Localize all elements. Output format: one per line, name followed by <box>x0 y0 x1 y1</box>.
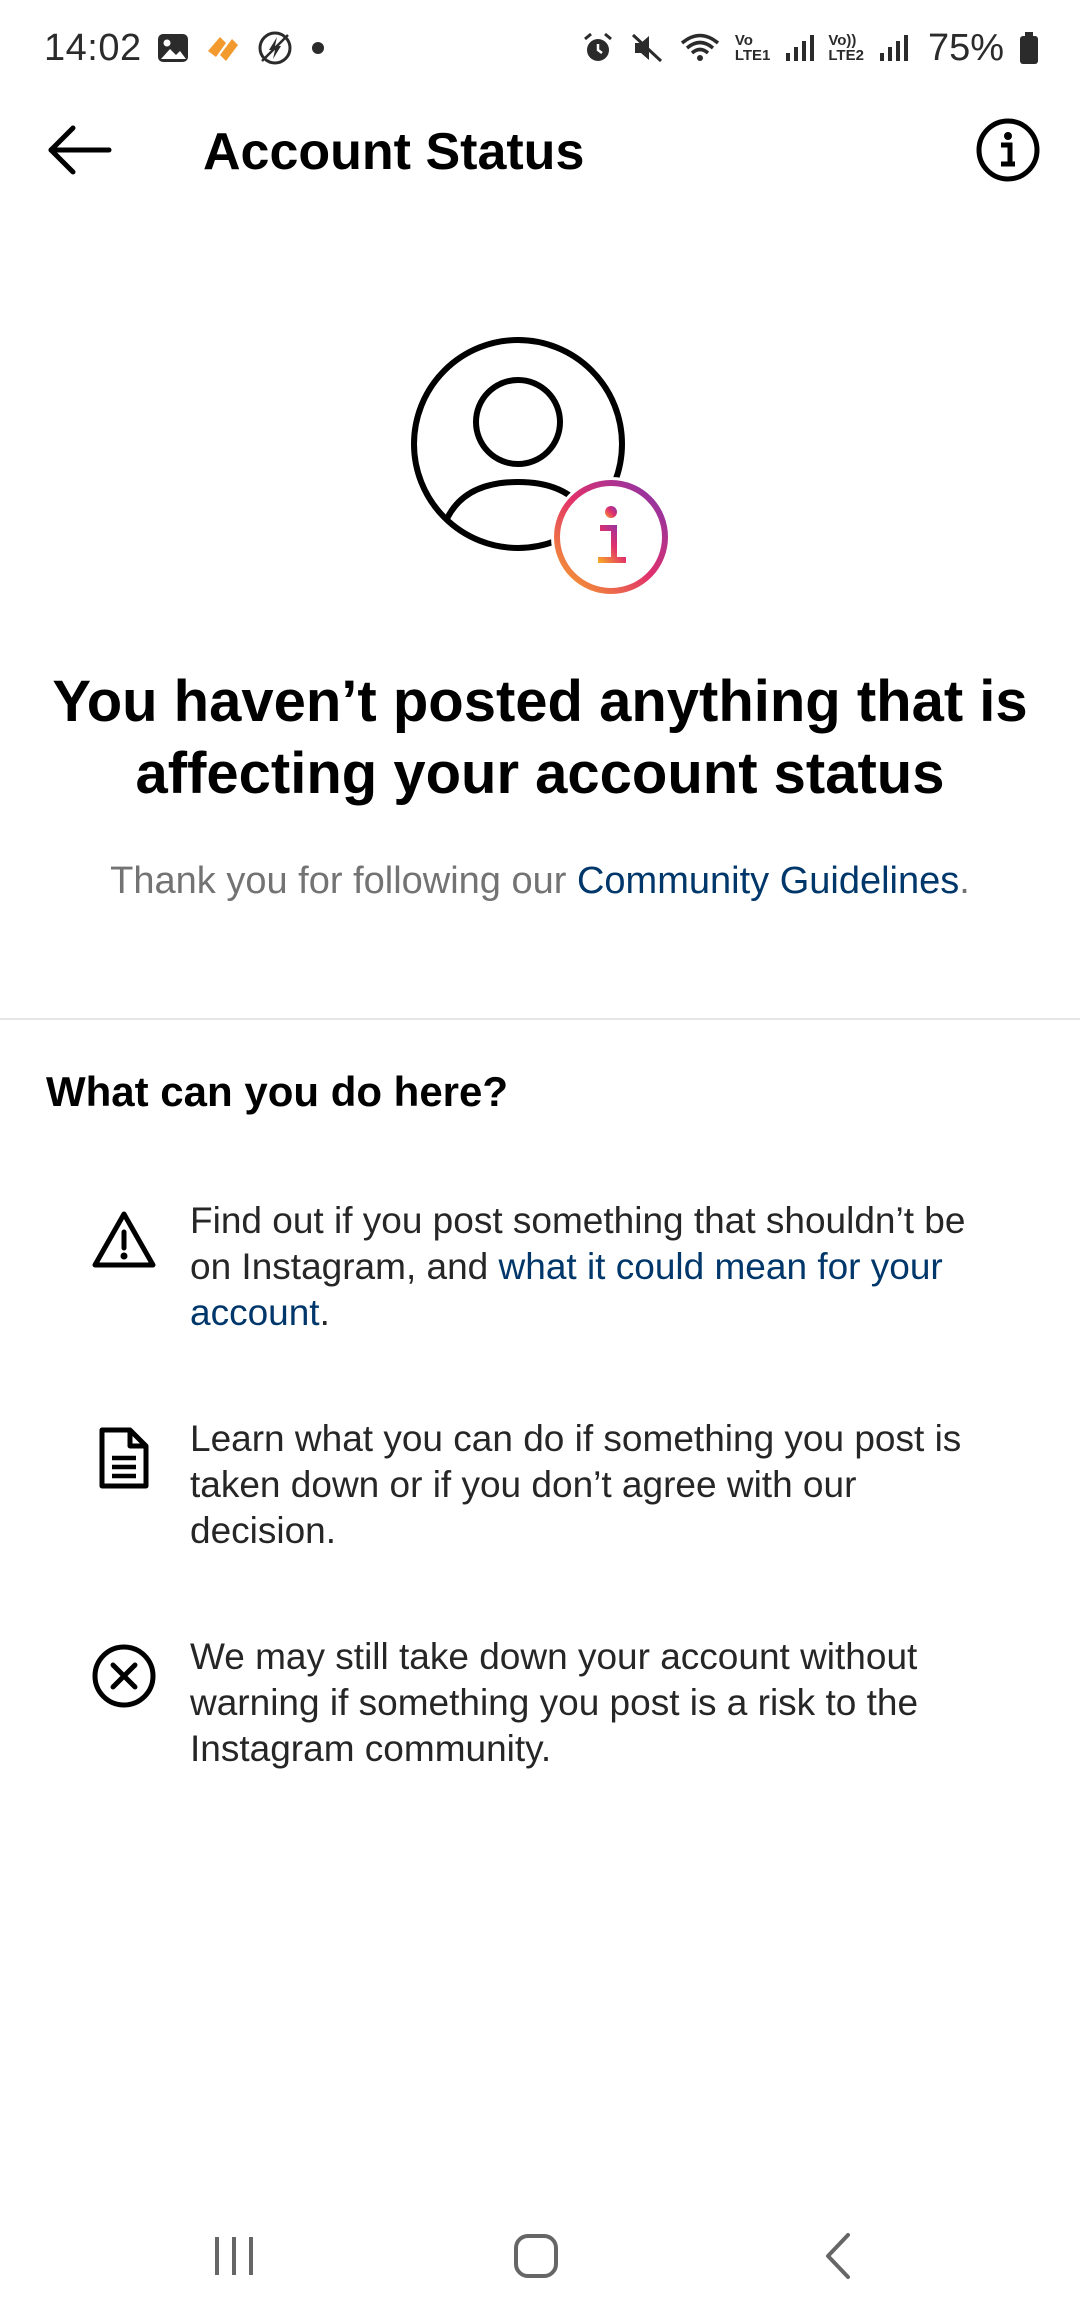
app-bar: Account Status <box>0 100 1080 204</box>
subtext-prefix: Thank you for following our <box>110 860 577 902</box>
subtext-suffix: . <box>959 860 970 902</box>
app-notification-icon <box>204 31 242 65</box>
back-icon <box>818 2231 858 2286</box>
screen: 14:02 Vo LTE1 Vo)) LTE2 75% Account Stat… <box>0 0 1080 2316</box>
dot-icon <box>308 38 328 58</box>
mute-icon <box>629 31 665 65</box>
list-item-text: Find out if you post something that shou… <box>190 1198 1000 1336</box>
section-title: What can you do here? <box>46 1068 509 1115</box>
recent-apps-icon <box>209 2233 259 2284</box>
status-subtext: Thank you for following our Community Gu… <box>40 856 1040 906</box>
home-icon <box>511 2231 561 2286</box>
list-item-text: Learn what you can do if something you p… <box>190 1418 962 1551</box>
divider <box>0 1018 1080 1020</box>
alarm-icon <box>581 31 615 65</box>
recent-apps-button[interactable] <box>174 2222 294 2294</box>
info-icon <box>975 117 1041 188</box>
warning-icon <box>88 1204 160 1276</box>
status-bar: 14:02 Vo LTE1 Vo)) LTE2 75% <box>0 0 1080 96</box>
signal-icon <box>784 33 815 63</box>
status-time: 14:02 <box>44 26 142 69</box>
community-guidelines-link[interactable]: Community Guidelines <box>577 860 959 902</box>
battery-icon <box>1018 31 1040 65</box>
back-button[interactable] <box>40 122 120 182</box>
nav-back-button[interactable] <box>778 2222 898 2294</box>
document-icon <box>88 1422 160 1494</box>
system-nav-bar <box>0 2200 1080 2316</box>
info-button[interactable] <box>972 116 1044 188</box>
item-suffix: . <box>319 1292 330 1333</box>
sim1-label: Vo LTE1 <box>734 32 771 64</box>
gallery-icon <box>156 31 190 65</box>
list-item-text: We may still take down your account with… <box>190 1636 919 1769</box>
status-headline: You haven’t posted anything that is affe… <box>52 669 1028 806</box>
sim2-label: Vo)) LTE2 <box>828 32 864 64</box>
home-button[interactable] <box>476 2222 596 2294</box>
data-saver-icon <box>256 29 294 67</box>
arrow-left-icon <box>47 125 113 180</box>
wifi-icon <box>679 31 721 65</box>
battery-percent: 75% <box>927 26 1004 69</box>
signal-icon <box>878 33 908 63</box>
account-status-icon <box>406 332 676 602</box>
page-title: Account Status <box>203 123 585 181</box>
circle-x-icon <box>88 1640 160 1712</box>
